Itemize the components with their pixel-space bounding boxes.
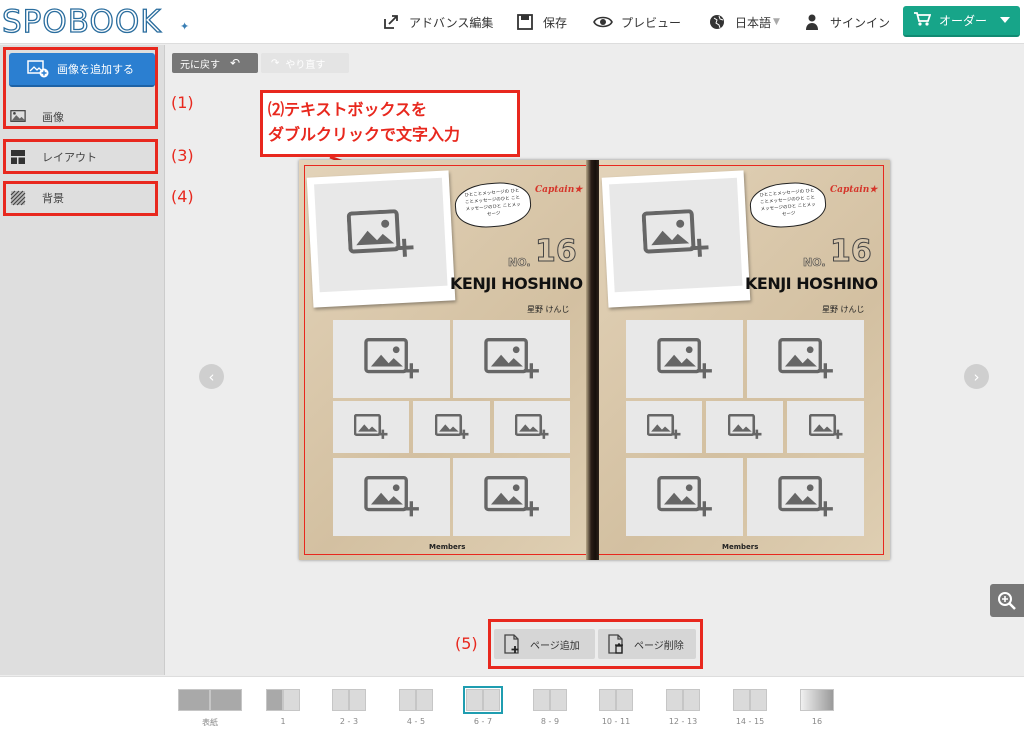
- add-photo-placeholder-icon: [483, 338, 539, 379]
- photo-slot[interactable]: [787, 401, 864, 453]
- left-page[interactable]: ひとことメッセージの ひとことメッセージのひと ことメッセージのひと ことメッセ…: [299, 160, 590, 560]
- add-photo-placeholder-icon: [363, 476, 419, 517]
- number-prefix: NO.: [508, 256, 531, 270]
- photo-slot[interactable]: [453, 320, 570, 398]
- next-page-button[interactable]: ›: [964, 364, 989, 389]
- thumbnail-pages-4-5[interactable]: 4 - 5: [399, 689, 433, 726]
- book-spread[interactable]: ひとことメッセージの ひとことメッセージのひと ことメッセージのひと ことメッセ…: [299, 160, 890, 560]
- photo-slot[interactable]: [333, 458, 450, 536]
- add-photo-placeholder-icon: [727, 414, 761, 439]
- photo-slot[interactable]: [333, 401, 409, 453]
- chevron-left-icon: ‹: [208, 367, 215, 386]
- delete-page-button[interactable]: ページ削除: [598, 629, 696, 659]
- player-number: 16: [830, 234, 873, 270]
- thumbnail-pages-10-11[interactable]: 10 - 11: [599, 689, 633, 726]
- thumbnail-label: 表紙: [202, 718, 218, 727]
- add-photo-placeholder-icon: [647, 414, 681, 439]
- chevron-right-icon: ›: [973, 367, 980, 386]
- thumbnail-pages-14-15[interactable]: 14 - 15: [733, 689, 767, 726]
- add-photo-placeholder-icon: [777, 476, 833, 517]
- message-bubble-text: ひとことメッセージの ひとことメッセージのひと ことメッセージのひと ことメッセ…: [759, 188, 816, 218]
- thumbnail-pages-8-9[interactable]: 8 - 9: [533, 689, 567, 726]
- thumbnail-pages-2-3[interactable]: 2 - 3: [332, 689, 366, 726]
- photo-slot[interactable]: [626, 320, 743, 398]
- page-thumbnail-bar: 表紙 1 2 - 3 4 - 5 6 - 7 8 - 9 10 - 11 12 …: [0, 676, 1024, 737]
- delete-page-label: ページ削除: [634, 640, 684, 652]
- thumbnail-page-1[interactable]: 1: [266, 689, 300, 726]
- player-name: KENJI HOSHINO: [745, 274, 878, 293]
- add-photo-placeholder-icon: [808, 414, 842, 439]
- zoom-button[interactable]: [990, 584, 1024, 617]
- thumbnail-label: 1: [280, 717, 286, 726]
- main-photo-slot[interactable]: [609, 177, 743, 293]
- add-photo-placeholder-icon: [515, 414, 549, 439]
- add-photo-placeholder-icon: [777, 338, 833, 379]
- player-number: 16: [535, 234, 578, 270]
- photo-slot[interactable]: [747, 458, 864, 536]
- number-prefix: NO.: [803, 256, 826, 270]
- photo-slot[interactable]: [747, 320, 864, 398]
- thumbnail-label: 16: [811, 717, 823, 726]
- thumbnail-label: 6 - 7: [473, 717, 493, 726]
- add-page-label: ページ追加: [530, 640, 580, 652]
- photo-slot[interactable]: [413, 401, 490, 453]
- message-bubble-text: ひとことメッセージの ひとことメッセージのひと ことメッセージのひと ことメッセ…: [464, 188, 521, 218]
- main-photo-frame[interactable]: [601, 170, 751, 308]
- thumbnail-label: 12 - 13: [668, 717, 698, 726]
- members-label: Members: [722, 543, 759, 551]
- thumbnail-cover[interactable]: 表紙: [178, 689, 242, 728]
- main-photo-frame[interactable]: [306, 170, 456, 308]
- player-name: KENJI HOSHINO: [450, 274, 583, 293]
- delete-page-icon: [606, 633, 626, 655]
- members-label: Members: [429, 543, 466, 551]
- add-photo-placeholder-icon: [656, 476, 712, 517]
- main-photo-slot[interactable]: [314, 177, 448, 293]
- thumbnail-label: 2 - 3: [339, 717, 359, 726]
- add-photo-placeholder-icon: [354, 414, 388, 439]
- add-page-icon: [502, 633, 522, 655]
- zoom-in-icon: [998, 591, 1016, 610]
- annotation-number-5: (5): [455, 634, 478, 653]
- player-name-kana: 星野 けんじ: [822, 305, 865, 314]
- add-photo-placeholder-icon: [656, 338, 712, 379]
- add-photo-placeholder-icon: [434, 414, 468, 439]
- photo-slot[interactable]: [626, 401, 702, 453]
- thumbnail-label: 14 - 15: [735, 717, 765, 726]
- add-photo-placeholder-icon: [363, 338, 419, 379]
- photo-slot[interactable]: [494, 401, 570, 453]
- photo-slot[interactable]: [453, 458, 570, 536]
- prev-page-button[interactable]: ‹: [199, 364, 224, 389]
- thumbnail-label: 10 - 11: [601, 717, 631, 726]
- thumbnail-page-16[interactable]: 16: [800, 689, 834, 726]
- thumbnail-label: 4 - 5: [406, 717, 426, 726]
- photo-slot[interactable]: [626, 458, 743, 536]
- thumbnail-label: 8 - 9: [540, 717, 560, 726]
- add-photo-placeholder-icon: [483, 476, 539, 517]
- right-page[interactable]: ひとことメッセージの ひとことメッセージのひと ことメッセージのひと ことメッセ…: [599, 160, 890, 560]
- add-photo-placeholder-icon: [641, 209, 709, 257]
- photo-slot[interactable]: [333, 320, 450, 398]
- captain-label: Captain★: [830, 185, 878, 195]
- photo-slot[interactable]: [706, 401, 783, 453]
- add-photo-placeholder-icon: [346, 209, 414, 257]
- thumbnail-pages-6-7[interactable]: 6 - 7: [463, 686, 503, 726]
- player-name-kana: 星野 けんじ: [527, 305, 570, 314]
- captain-label: Captain★: [535, 185, 583, 195]
- thumbnail-pages-12-13[interactable]: 12 - 13: [666, 689, 700, 726]
- add-page-button[interactable]: ページ追加: [494, 629, 595, 659]
